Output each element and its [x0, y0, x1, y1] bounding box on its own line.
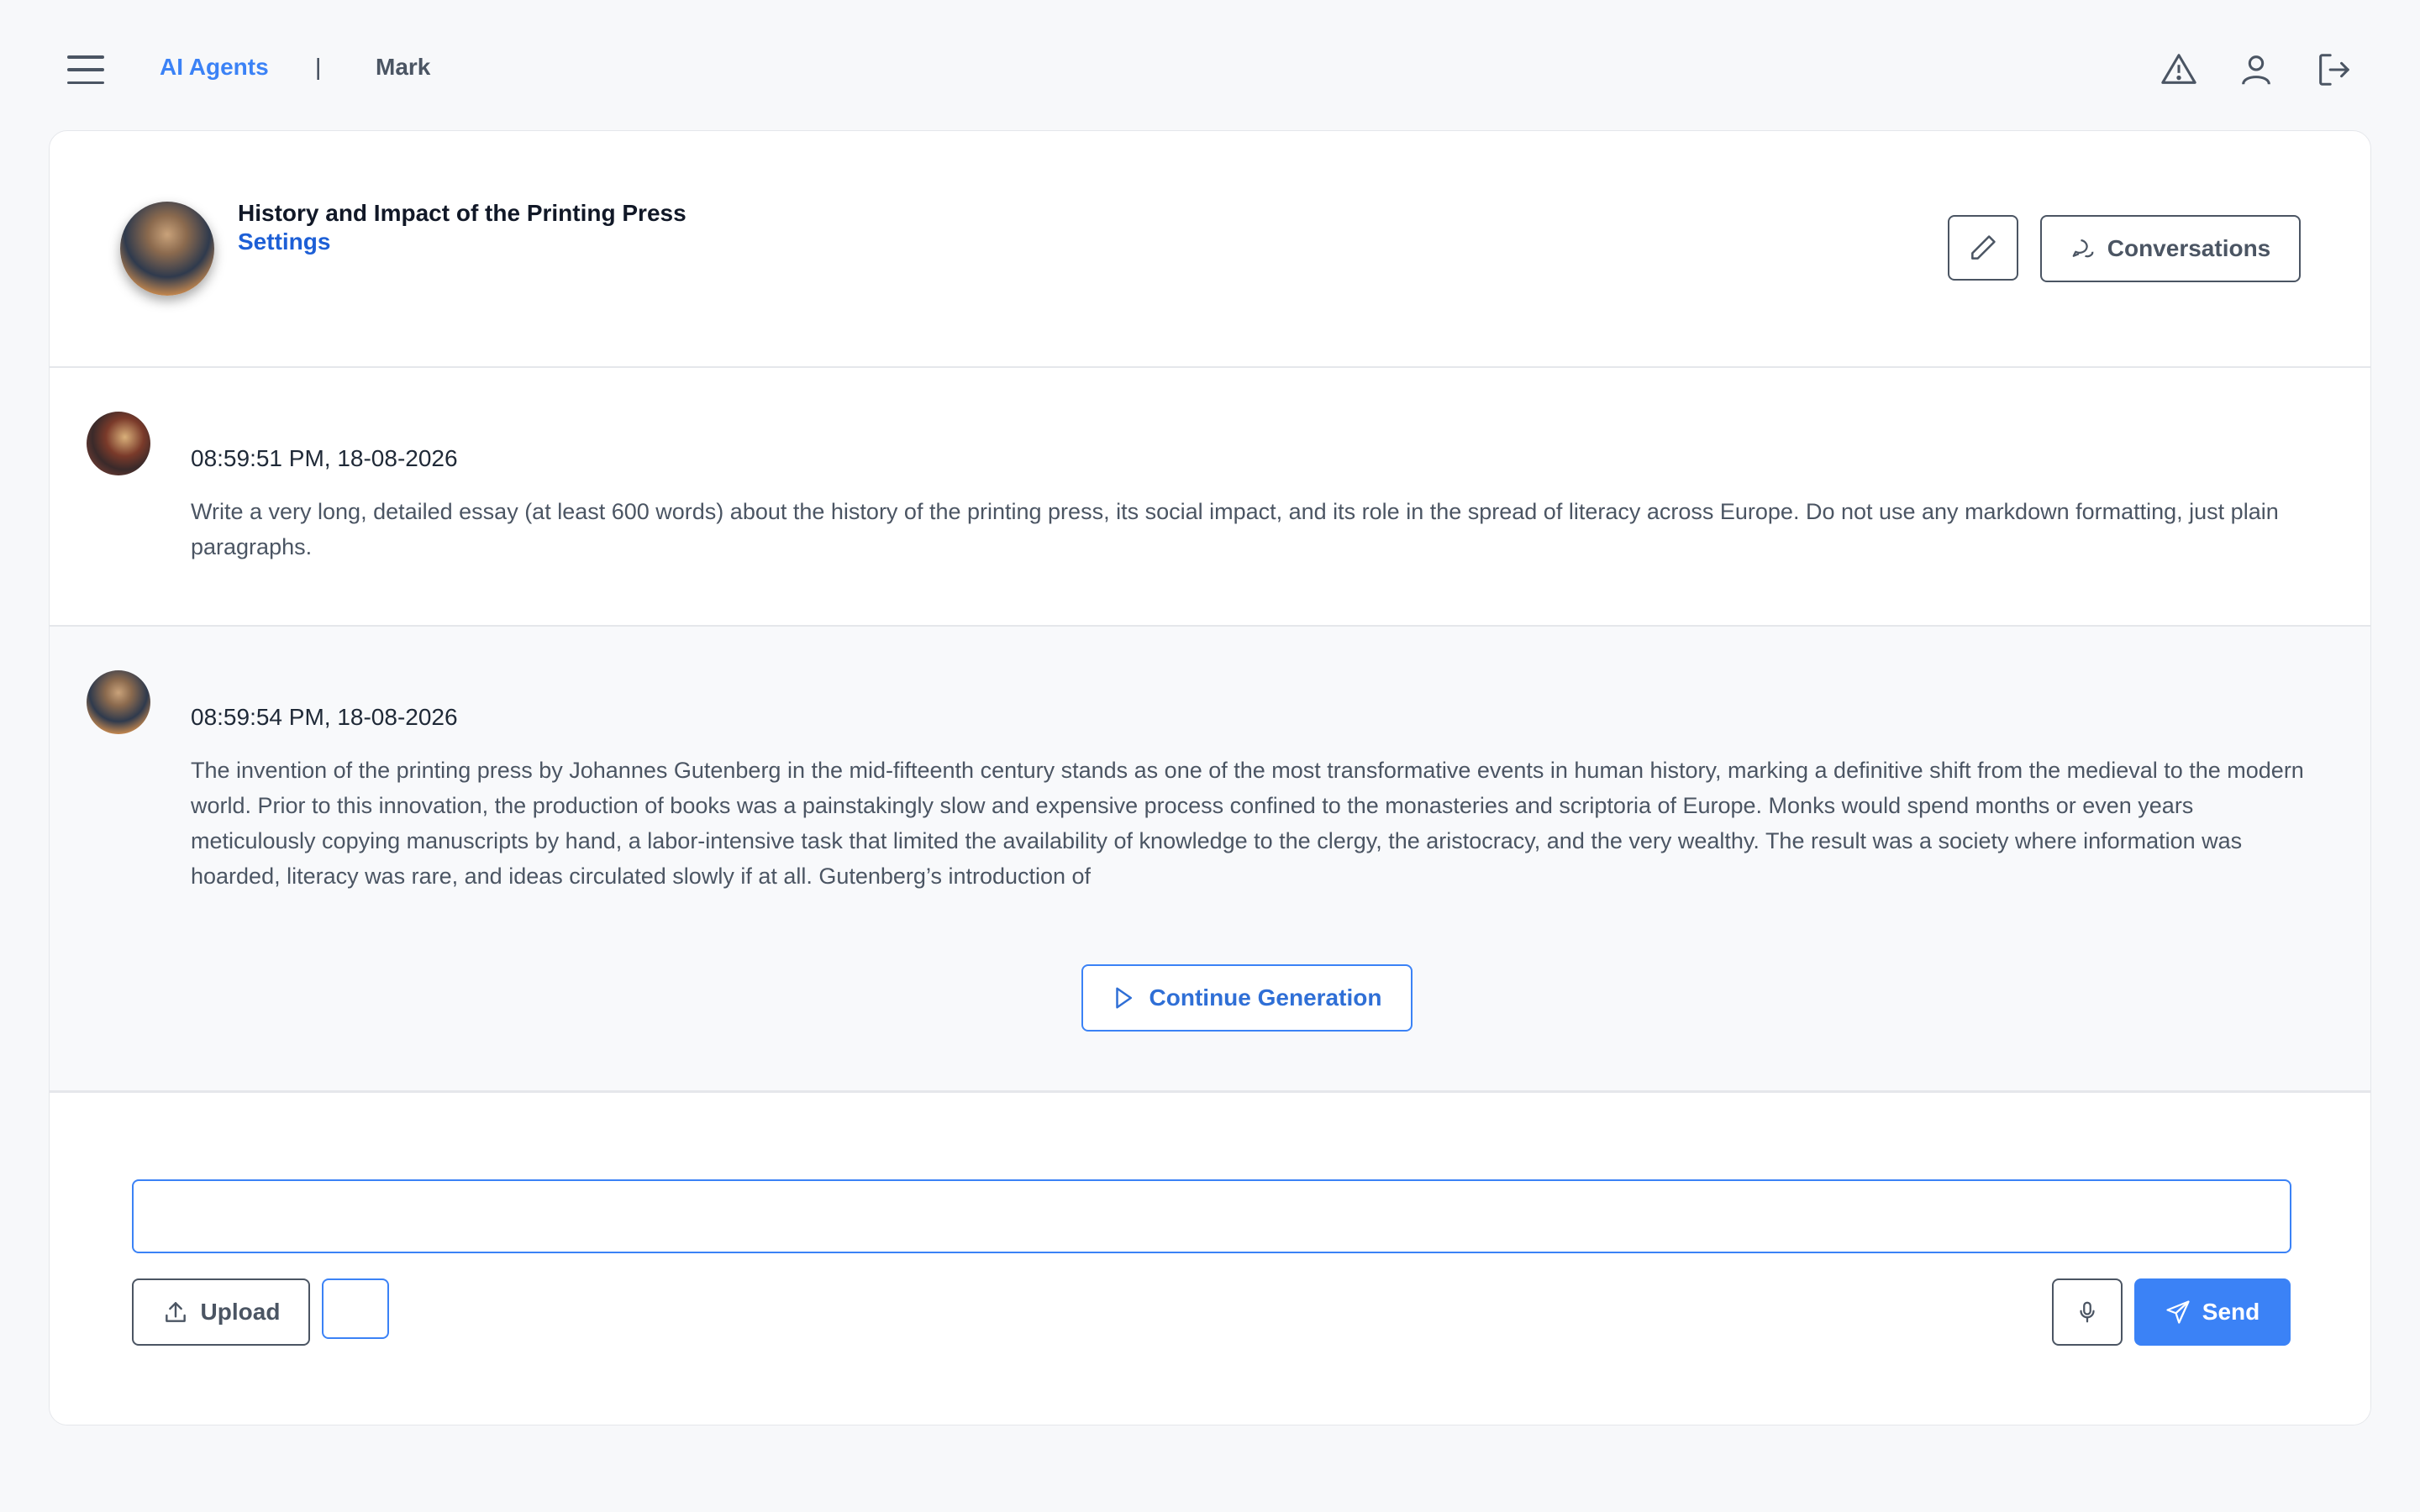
agent-header: History and Impact of the Printing Press… [50, 131, 2370, 368]
composer: Upload Send [50, 1095, 2370, 1425]
conversations-button[interactable]: Conversations [2040, 215, 2301, 282]
breadcrumb-current: Mark [376, 54, 431, 80]
logout-icon[interactable] [2314, 50, 2353, 89]
agent-message-avatar [87, 670, 150, 734]
attachment-toggle-button[interactable] [322, 1278, 389, 1339]
agent-message: 08:59:54 PM, 18-08-2026 The invention of… [50, 627, 2370, 1093]
settings-link[interactable]: Settings [238, 228, 330, 255]
pencil-icon [1971, 235, 1996, 260]
menu-icon[interactable] [67, 55, 104, 84]
message-timestamp: 08:59:54 PM, 18-08-2026 [191, 704, 458, 730]
continue-generation-button[interactable]: Continue Generation [1081, 964, 1413, 1032]
microphone-button[interactable] [2052, 1278, 2123, 1346]
upload-icon [165, 1302, 186, 1322]
chat-bubbles-icon [2072, 239, 2094, 258]
play-icon [1115, 987, 1132, 1009]
chat-card: History and Impact of the Printing Press… [49, 130, 2371, 1425]
agent-title: History and Impact of the Printing Press [238, 200, 687, 226]
upload-button[interactable]: Upload [132, 1278, 310, 1346]
message-text: Write a very long, detailed essay (at le… [191, 499, 2279, 559]
agent-avatar [120, 202, 214, 296]
microphone-icon [2080, 1301, 2095, 1323]
upload-label: Upload [200, 1299, 281, 1325]
user-avatar [87, 412, 150, 475]
user-message: 08:59:51 PM, 18-08-2026 Write a very lon… [50, 368, 2370, 627]
message-text: The invention of the printing press by J… [191, 758, 2304, 889]
send-button[interactable]: Send [2134, 1278, 2291, 1346]
breadcrumb-ai-agents[interactable]: AI Agents [160, 54, 269, 81]
breadcrumb-separator: | [315, 54, 322, 80]
message-timestamp: 08:59:51 PM, 18-08-2026 [191, 445, 458, 471]
continue-label: Continue Generation [1149, 984, 1382, 1011]
send-label: Send [2202, 1299, 2260, 1325]
send-icon [2166, 1300, 2190, 1324]
edit-button[interactable] [1948, 215, 2018, 281]
warning-icon[interactable] [2160, 50, 2198, 89]
conversations-label: Conversations [2107, 235, 2271, 261]
user-icon[interactable] [2237, 50, 2275, 89]
message-input[interactable] [132, 1179, 2291, 1253]
top-bar: AI Agents | Mark [0, 0, 2420, 134]
